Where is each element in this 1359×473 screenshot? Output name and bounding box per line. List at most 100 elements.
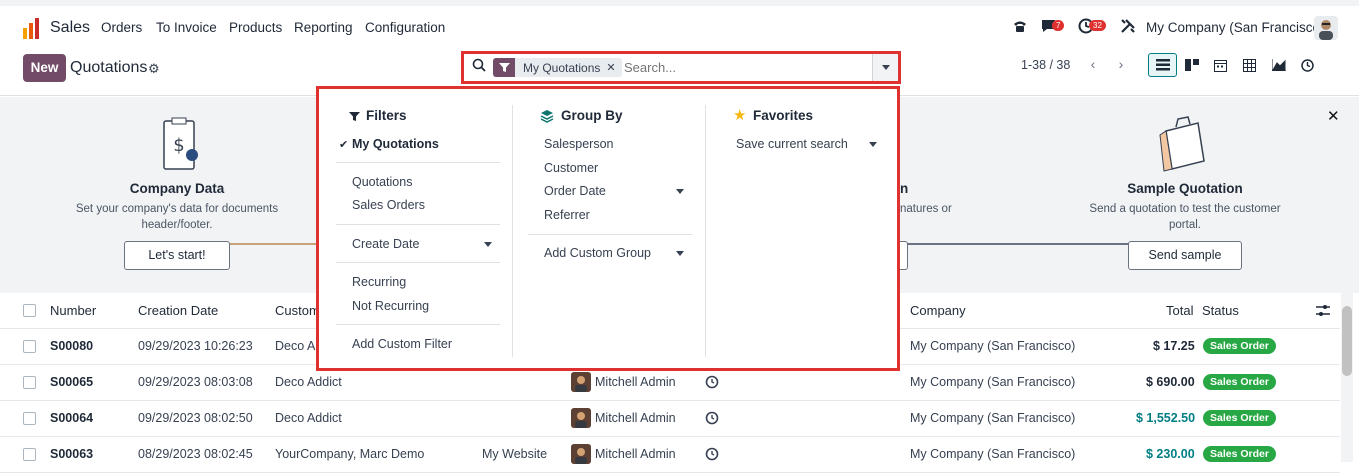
filter-sales-orders[interactable]: Sales Orders: [352, 198, 425, 212]
new-button[interactable]: New: [23, 54, 66, 82]
add-custom-group[interactable]: Add Custom Group: [544, 246, 651, 260]
remove-facet-icon[interactable]: ✕: [606, 61, 621, 74]
filter-not-recurring[interactable]: Not Recurring: [352, 299, 429, 313]
add-custom-filter[interactable]: Add Custom Filter: [352, 337, 452, 351]
row-checkbox[interactable]: [23, 448, 36, 461]
row-salesperson: Mitchell Admin: [595, 375, 676, 389]
row-customer: Deco A: [275, 339, 316, 353]
facet-label: My Quotations: [523, 60, 601, 75]
caret-down-icon[interactable]: [869, 142, 877, 147]
optional-columns-icon[interactable]: [1316, 304, 1330, 320]
search-facet[interactable]: My Quotations ✕: [493, 58, 622, 77]
menu-configuration[interactable]: Configuration: [365, 20, 445, 35]
close-icon[interactable]: ✕: [1327, 107, 1340, 125]
pager-previous-button[interactable]: ‹: [1082, 54, 1104, 76]
caret-down-icon[interactable]: [676, 189, 684, 194]
tools-icon[interactable]: [1120, 18, 1136, 37]
col-creation-date[interactable]: Creation Date: [138, 303, 218, 318]
divider: [528, 234, 692, 235]
row-total: $ 1,552.50: [1136, 411, 1196, 425]
onboarding-step-company-data: Company Data Set your company's data for…: [67, 181, 287, 233]
lets-start-button[interactable]: Let's start!: [124, 241, 230, 270]
step-title: Sample Quotation: [1127, 181, 1243, 196]
row-salesperson: Mitchell Admin: [595, 447, 676, 461]
row-company: My Company (San Francisco): [910, 339, 1076, 353]
menu-orders[interactable]: Orders: [101, 20, 142, 35]
activity-view-button[interactable]: [1293, 53, 1322, 77]
send-sample-button[interactable]: Send sample: [1128, 241, 1242, 270]
caret-down-icon[interactable]: [676, 251, 684, 256]
column-separator: [512, 105, 513, 357]
save-current-search[interactable]: Save current search: [736, 137, 848, 151]
kanban-view-button[interactable]: [1177, 53, 1206, 77]
row-checkbox[interactable]: [23, 376, 36, 389]
table-row[interactable]: S00063 08/29/2023 08:02:45 YourCompany, …: [0, 437, 1340, 473]
row-number: S00080: [50, 339, 94, 353]
svg-text:$: $: [173, 135, 184, 156]
menu-reporting[interactable]: Reporting: [294, 20, 353, 35]
onboarding-step-sample-quotation: Sample Quotation Send a quotation to tes…: [1075, 181, 1295, 233]
activity-badge: 32: [1089, 20, 1106, 31]
col-status[interactable]: Status: [1202, 303, 1239, 318]
calendar-view-button[interactable]: [1206, 53, 1235, 77]
menu-products[interactable]: Products: [229, 20, 282, 35]
filter-quotations[interactable]: Quotations: [352, 175, 412, 189]
search-options-toggle[interactable]: [872, 54, 898, 81]
scrollbar-thumb[interactable]: [1342, 306, 1352, 376]
search-input[interactable]: [624, 57, 864, 77]
page-title: Quotations: [70, 59, 148, 76]
row-customer: YourCompany, Marc Demo: [275, 447, 425, 461]
filter-my-quotations[interactable]: My Quotations: [352, 137, 439, 151]
document-money-icon: $: [160, 117, 202, 176]
gear-icon[interactable]: ⚙: [148, 61, 160, 77]
checkmark-icon: ✔: [339, 139, 349, 151]
step-desc-line2: portal.: [1169, 219, 1201, 231]
sales-app-icon[interactable]: [22, 18, 42, 43]
app-name[interactable]: Sales: [50, 19, 90, 37]
status-badge: Sales Order: [1203, 446, 1276, 462]
col-customer[interactable]: Custom: [275, 303, 320, 318]
list-view-button[interactable]: [1148, 53, 1177, 77]
pager-next-button[interactable]: ›: [1110, 54, 1132, 76]
top-navbar: Sales Orders To Invoice Products Reporti…: [0, 0, 1359, 50]
group-referrer[interactable]: Referrer: [544, 208, 590, 222]
menu-to-invoice[interactable]: To Invoice: [156, 20, 217, 35]
company-switcher[interactable]: My Company (San Francisco): [1146, 20, 1325, 35]
col-total[interactable]: Total: [1166, 303, 1193, 318]
onboarding-progress-line-right: [900, 243, 1160, 245]
search-bar[interactable]: My Quotations ✕: [464, 54, 898, 81]
divider: [336, 262, 500, 263]
user-avatar[interactable]: [1314, 16, 1338, 40]
filter-recurring[interactable]: Recurring: [352, 275, 406, 289]
row-total: $ 690.00: [1146, 375, 1195, 389]
phone-icon[interactable]: [1012, 18, 1028, 37]
graph-view-button[interactable]: [1264, 53, 1293, 77]
row-checkbox[interactable]: [23, 340, 36, 353]
divider: [336, 162, 500, 163]
row-number: S00065: [50, 375, 94, 389]
row-number: S00064: [50, 411, 94, 425]
caret-down-icon: [881, 65, 890, 70]
pager-value[interactable]: 1-38 / 38: [1021, 58, 1070, 72]
col-company[interactable]: Company: [910, 303, 966, 318]
col-number[interactable]: Number: [50, 303, 96, 318]
activity-clock-icon[interactable]: [705, 411, 719, 428]
chat-badge: 7: [1052, 20, 1065, 31]
activity-clock-icon[interactable]: [705, 447, 719, 464]
favorites-heading: Favorites: [753, 108, 814, 123]
row-date: 09/29/2023 10:26:23: [138, 339, 253, 353]
group-salesperson[interactable]: Salesperson: [544, 137, 614, 151]
table-row[interactable]: S00064 09/29/2023 08:02:50 Deco Addict M…: [0, 401, 1340, 437]
caret-down-icon[interactable]: [484, 242, 492, 247]
select-all-checkbox[interactable]: [23, 304, 36, 317]
row-checkbox[interactable]: [23, 412, 36, 425]
salesperson-avatar: [571, 408, 591, 428]
filter-create-date[interactable]: Create Date: [352, 237, 419, 251]
group-customer[interactable]: Customer: [544, 161, 598, 175]
divider: [336, 324, 500, 325]
pivot-view-button[interactable]: [1235, 53, 1264, 77]
layers-icon: [540, 109, 554, 126]
group-order-date[interactable]: Order Date: [544, 184, 606, 198]
search-icon[interactable]: [472, 58, 486, 75]
activity-clock-icon[interactable]: [705, 375, 719, 392]
